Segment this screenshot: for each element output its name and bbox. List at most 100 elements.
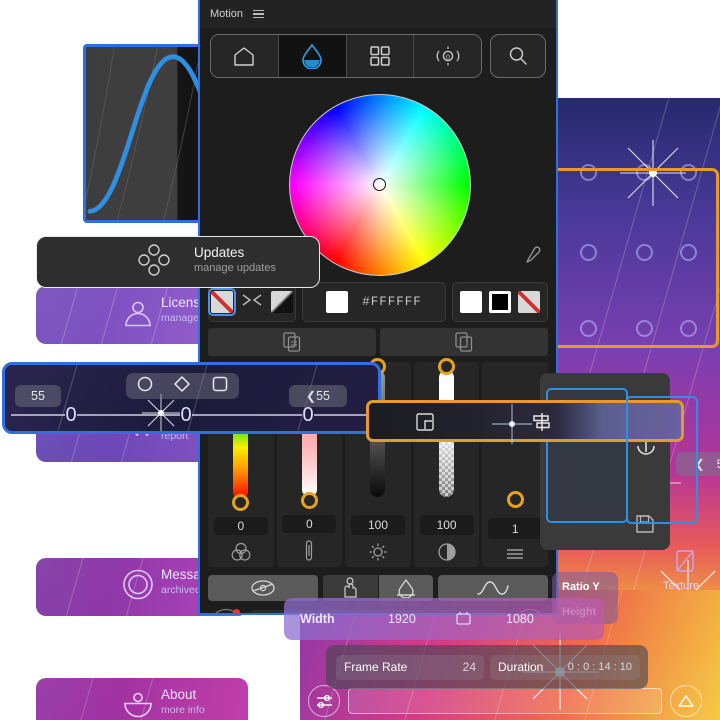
- thermometer-icon: [302, 540, 316, 567]
- tab-color[interactable]: [278, 35, 347, 77]
- square-shape-button[interactable]: [211, 375, 229, 398]
- saturation-value[interactable]: 100: [350, 514, 405, 535]
- swatch-row: #FFFFFF: [200, 282, 556, 328]
- target-icon: 0: [436, 46, 459, 66]
- timing-bar: Frame Rate 24 Duration 0 : 0 : 14 : 10: [326, 645, 648, 689]
- color-mix-icon: [231, 542, 251, 567]
- tab-library[interactable]: [346, 35, 415, 77]
- blue-strip-slider-1[interactable]: 0: [11, 403, 131, 427]
- shape-button-group: [126, 373, 239, 399]
- copy-style-button[interactable]: [208, 328, 376, 356]
- no-color-swatch[interactable]: [208, 288, 236, 316]
- duration-segment[interactable]: Duration 0 : 0 : 14 : 10: [490, 654, 640, 680]
- toolbar-group: 0: [210, 34, 482, 78]
- duration-label: Duration: [498, 660, 544, 674]
- opacity-value[interactable]: 100: [419, 514, 474, 535]
- hue-value[interactable]: 0: [213, 516, 268, 535]
- frame-rate-label: Frame Rate: [344, 660, 408, 674]
- eyedropper-button[interactable]: [522, 246, 542, 271]
- eyedropper-icon: [526, 246, 541, 263]
- blue-strip-slider-2-value: 0: [180, 404, 192, 426]
- steps-slider[interactable]: 1: [482, 362, 548, 567]
- align-icon[interactable]: [531, 412, 553, 437]
- grid-icon: [370, 46, 390, 66]
- tab-home[interactable]: [211, 35, 279, 77]
- right-swatch-group: [452, 282, 548, 322]
- circles-icon: [121, 568, 155, 607]
- settings-button[interactable]: [210, 609, 242, 613]
- cluster-icon: [137, 243, 171, 282]
- temperature-value[interactable]: 0: [282, 515, 337, 533]
- left-swatch-group: [208, 282, 296, 322]
- curve-icon: [477, 581, 509, 595]
- shuffle-icon[interactable]: [242, 293, 262, 312]
- blue-selection-rect[interactable]: [626, 396, 698, 524]
- copy-row: [200, 328, 556, 362]
- blue-strip-slider-3-value: 0: [302, 404, 314, 426]
- gradient-none-swatch[interactable]: [271, 291, 293, 313]
- hex-field[interactable]: #FFFFFF: [302, 282, 446, 322]
- none-swatch[interactable]: [518, 291, 540, 313]
- dimensions-bar: Width 1920 1080: [284, 598, 604, 640]
- chevron-left-icon-2: ❮: [306, 389, 317, 403]
- orange-selection-top[interactable]: [538, 168, 719, 348]
- blue-strip-right-value-text: 55: [316, 389, 330, 403]
- color-wheel-cursor[interactable]: [373, 178, 386, 191]
- hamburger-icon[interactable]: [253, 9, 265, 19]
- updates-title: Updates: [194, 245, 245, 260]
- blue-strip-slider-2[interactable]: 0: [131, 403, 241, 427]
- opacity-knob[interactable]: [438, 358, 456, 375]
- hue-knob[interactable]: [232, 493, 250, 511]
- contrast-icon: [437, 542, 457, 567]
- temperature-knob[interactable]: [300, 492, 318, 510]
- blue-strip-slider-1-value: 0: [65, 404, 77, 426]
- black-swatch[interactable]: [489, 291, 511, 313]
- hand-pick-icon: [344, 577, 357, 598]
- blue-strip-slider-3[interactable]: 0: [241, 403, 375, 427]
- paste-icon: [455, 332, 473, 352]
- white-swatch[interactable]: [460, 291, 482, 313]
- circle-shape-button[interactable]: [136, 375, 154, 398]
- hex-value: #FFFFFF: [362, 295, 422, 309]
- search-button[interactable]: [490, 34, 546, 78]
- motion-window: Motion 0 #FFFFFF 0 0 100 100 1: [198, 0, 558, 615]
- width-label: Width: [300, 612, 335, 626]
- home-icon: [234, 47, 255, 66]
- height-value[interactable]: 1080: [506, 612, 534, 626]
- updates-card[interactable]: Updates manage updates: [36, 236, 320, 288]
- link-icon: [456, 611, 471, 628]
- yellow-settings-button[interactable]: [308, 685, 340, 717]
- steps-knob[interactable]: [506, 491, 524, 508]
- user-icon: [121, 296, 155, 335]
- bowl-icon: [121, 690, 155, 720]
- width-value[interactable]: 1920: [388, 612, 416, 626]
- drop-icon: [302, 43, 322, 69]
- right-panel-value: 55: [717, 457, 720, 471]
- diamond-shape-button[interactable]: [173, 375, 191, 398]
- ratio-y-label: Ratio Y: [562, 581, 600, 593]
- current-color-swatch[interactable]: [326, 291, 349, 313]
- search-icon: [509, 47, 527, 65]
- frame-rate-segment[interactable]: Frame Rate 24: [336, 654, 484, 680]
- opacity-slider[interactable]: 100: [413, 358, 480, 567]
- duration-value: 0 : 0 : 14 : 10: [567, 661, 632, 673]
- frame-rate-value: 24: [462, 660, 476, 674]
- main-toolbar: 0: [200, 28, 556, 86]
- gear-icon: [368, 542, 388, 567]
- crop-icon[interactable]: [415, 412, 435, 437]
- tab-transform[interactable]: 0: [414, 35, 481, 77]
- window-title: Motion: [210, 8, 244, 20]
- yellow-input-field[interactable]: [348, 688, 662, 714]
- texture-icon[interactable]: [676, 550, 694, 577]
- palette-icon: [251, 580, 275, 596]
- about-subtitle: more info: [161, 704, 205, 716]
- svg-text:0: 0: [446, 55, 450, 62]
- yellow-warning-button[interactable]: [670, 685, 702, 717]
- about-card[interactable]: About more info: [36, 678, 248, 720]
- blue-strip-left-value-text: 55: [31, 389, 45, 403]
- blue-overlay-strip[interactable]: 55 ❮ 55 0 0 0: [2, 362, 381, 434]
- window-titlebar: Motion: [200, 0, 556, 28]
- lines-icon: [505, 546, 525, 565]
- steps-value[interactable]: 1: [488, 518, 543, 539]
- paste-style-button[interactable]: [380, 328, 548, 356]
